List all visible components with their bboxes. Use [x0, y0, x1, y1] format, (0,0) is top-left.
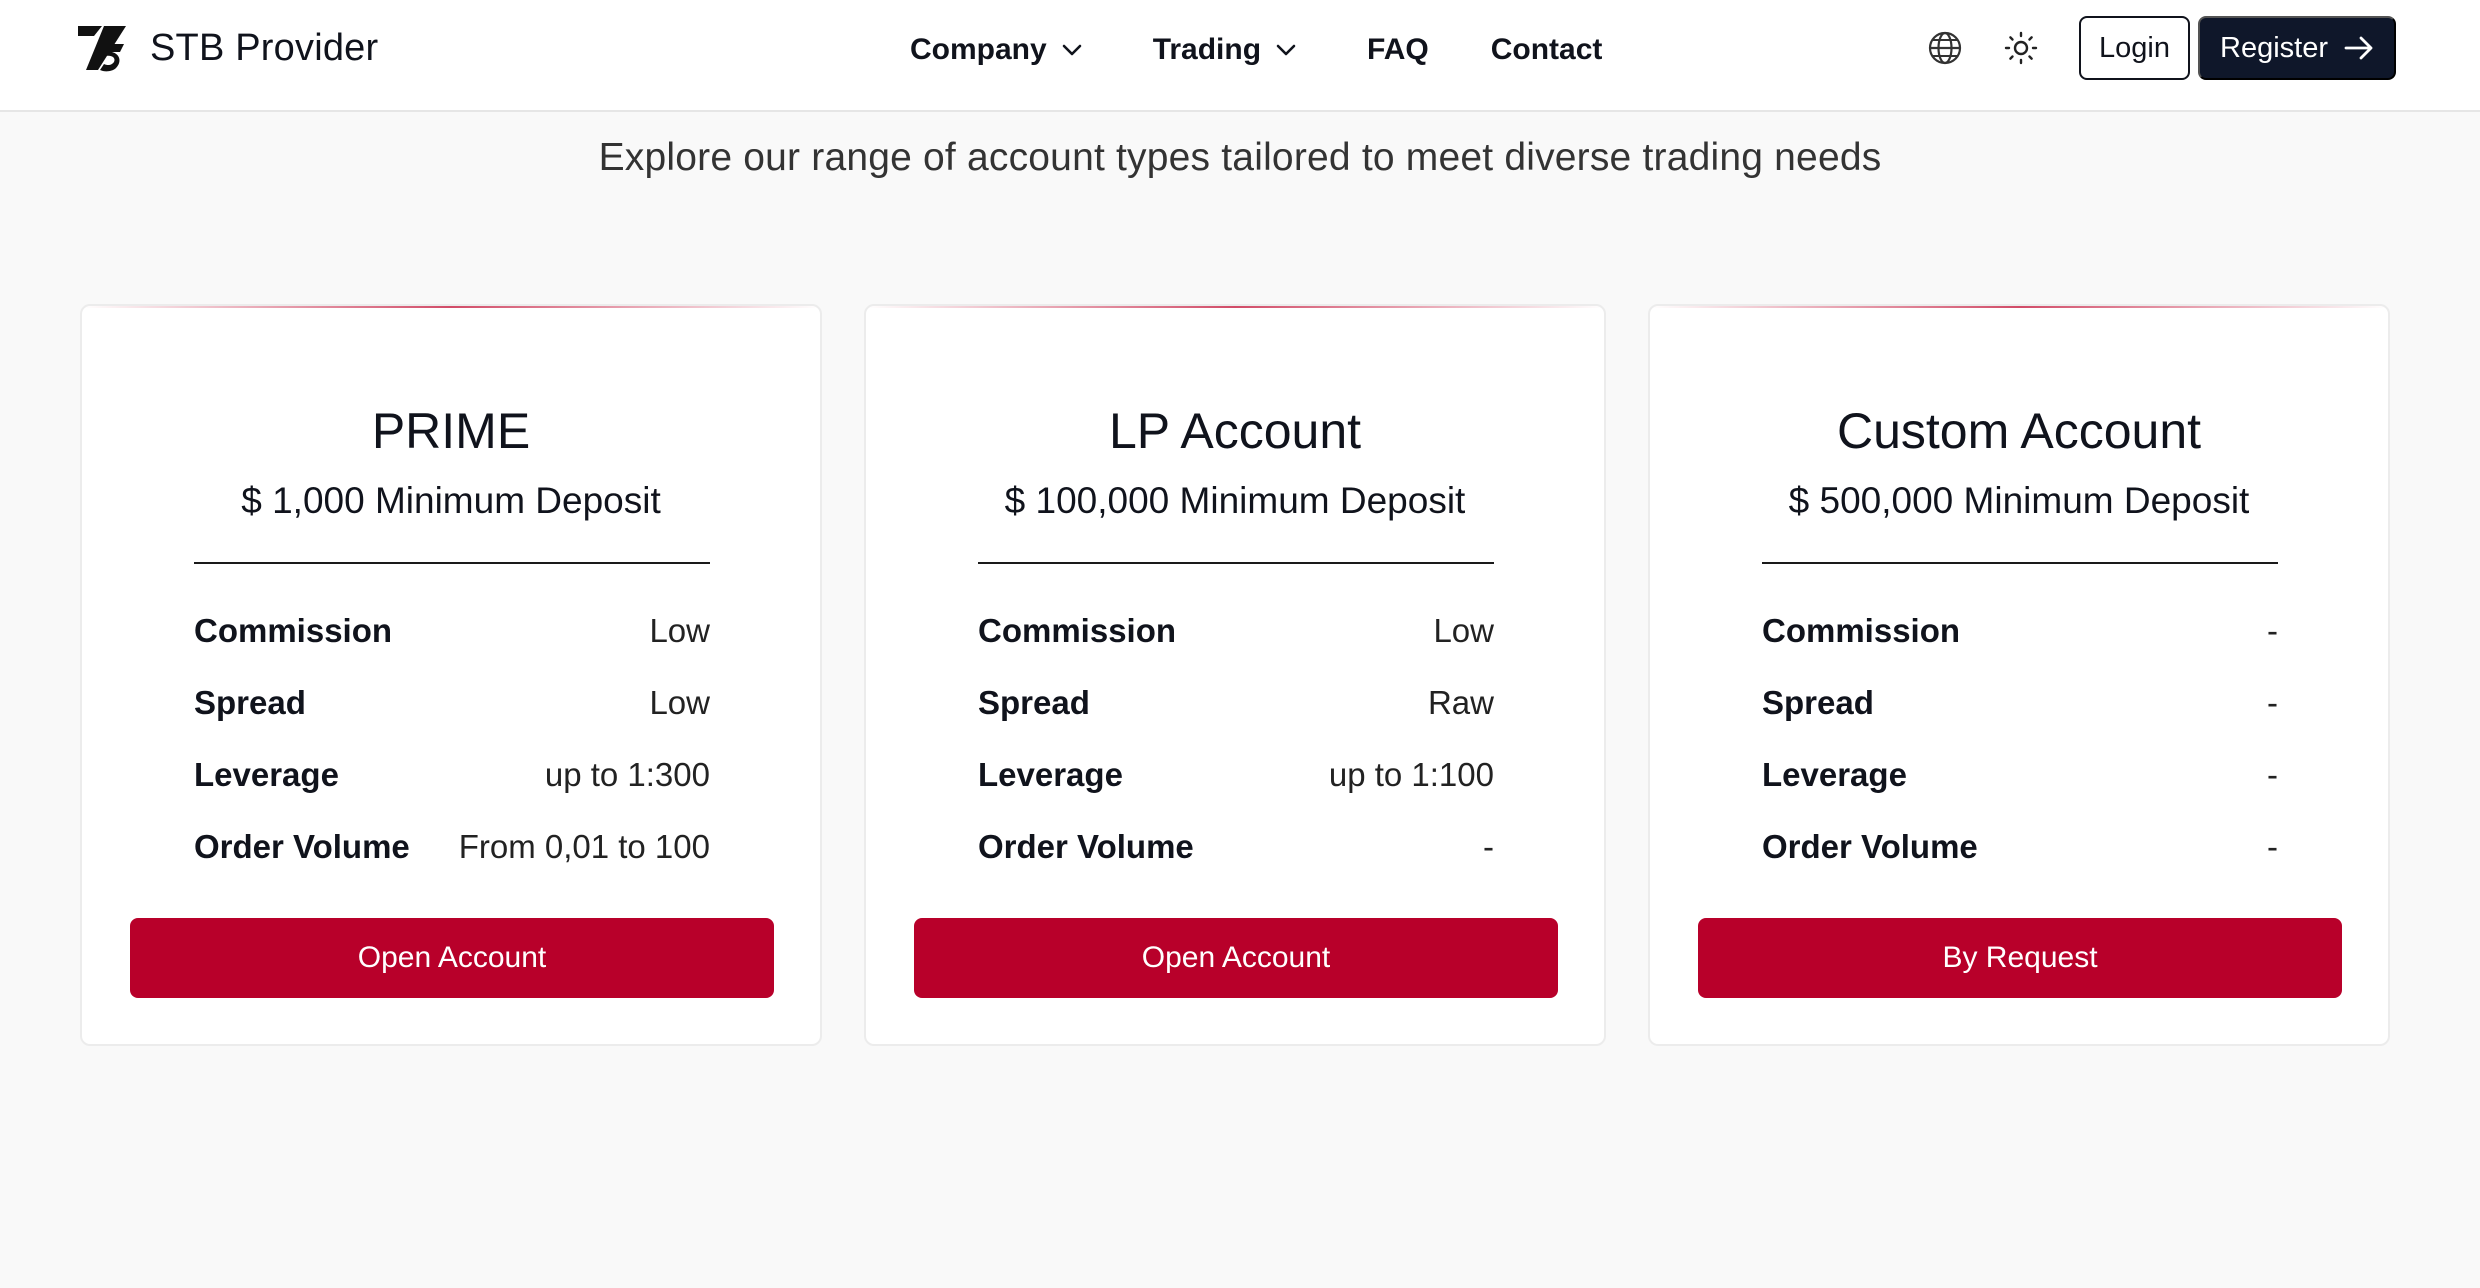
spec-row-leverage: Leverage - [1762, 756, 2278, 828]
open-account-button[interactable]: Open Account [130, 918, 774, 998]
spec-value: - [1483, 828, 1494, 865]
spec-label: Leverage [978, 756, 1123, 793]
spec-label: Leverage [1762, 756, 1907, 793]
card-accent-line [82, 306, 820, 308]
spec-row-commission: Commission - [1762, 612, 2278, 684]
spec-label: Spread [194, 684, 306, 721]
account-cards: PRIME $ 1,000 Minimum Deposit Commission… [80, 304, 2390, 1046]
nav-item-company[interactable]: Company [910, 33, 1083, 67]
spec-row-leverage: Leverage up to 1:300 [194, 756, 710, 828]
spec-value: Raw [1427, 684, 1494, 721]
spec-row-spread: Spread Low [194, 684, 710, 756]
card-title: LP Account [1108, 403, 1362, 459]
chevron-down-icon [1062, 44, 1081, 56]
by-request-button[interactable]: By Request [1698, 918, 2342, 998]
nav-item-label: FAQ [1367, 33, 1429, 66]
card-divider [194, 562, 710, 564]
nav-item-label: Company [910, 33, 1047, 66]
theme-toggle-button[interactable] [1993, 20, 2049, 76]
register-button-label: Register [2220, 31, 2328, 64]
spec-row-commission: Commission Low [978, 612, 1494, 684]
spec-value: Low [1433, 612, 1494, 649]
account-card-prime: PRIME $ 1,000 Minimum Deposit Commission… [80, 304, 822, 1046]
card-minimum-deposit: $ 500,000 Minimum Deposit [1788, 480, 2250, 521]
spec-label: Order Volume [194, 828, 410, 865]
spec-list: Commission - Spread - Leverage - Order V… [1762, 612, 2278, 900]
card-divider [978, 562, 1494, 564]
header-actions: Login Register [1917, 16, 2396, 80]
arrow-right-icon [2344, 36, 2373, 60]
spec-row-order-volume: Order Volume From 0,01 to 100 [194, 828, 710, 900]
card-minimum-deposit: $ 1,000 Minimum Deposit [241, 480, 661, 521]
spec-label: Order Volume [1762, 828, 1978, 865]
site-header: STB Provider Company Trading FAQ Contact [0, 0, 2480, 112]
brand-logo-icon [76, 22, 128, 74]
nav-item-label: Contact [1490, 33, 1603, 66]
register-button[interactable]: Register [2198, 16, 2396, 80]
spec-row-leverage: Leverage up to 1:100 [978, 756, 1494, 828]
spec-value: - [2267, 684, 2278, 721]
spec-value: - [2267, 756, 2278, 793]
spec-label: Commission [978, 612, 1177, 649]
nav-item-contact[interactable]: Contact [1491, 33, 1603, 67]
spec-value: - [2267, 828, 2278, 865]
spec-value: - [2267, 612, 2278, 649]
spec-label: Commission [194, 612, 393, 649]
spec-row-order-volume: Order Volume - [978, 828, 1494, 900]
login-button[interactable]: Login [2079, 16, 2190, 80]
spec-value: up to 1:300 [544, 756, 710, 793]
nav-item-label: Trading [1152, 33, 1262, 66]
sun-icon [2004, 31, 2038, 65]
spec-list: Commission Low Spread Low Leverage up to… [194, 612, 710, 900]
spec-label: Order Volume [978, 828, 1194, 865]
spec-list: Commission Low Spread Raw Leverage up to… [978, 612, 1494, 900]
card-accent-line [1650, 306, 2388, 308]
card-divider [1762, 562, 2278, 564]
brand[interactable]: STB Provider [76, 20, 378, 76]
spec-value: Low [649, 684, 710, 721]
spec-value: Low [649, 612, 710, 649]
section-intro: Explore our range of account types tailo… [598, 136, 1882, 179]
spec-row-spread: Spread Raw [978, 684, 1494, 756]
spec-label: Spread [978, 684, 1090, 721]
account-card-custom: Custom Account $ 500,000 Minimum Deposit… [1648, 304, 2390, 1046]
card-accent-line [866, 306, 1604, 308]
language-button[interactable] [1917, 20, 1973, 76]
brand-name: STB Provider [150, 26, 379, 69]
spec-row-spread: Spread - [1762, 684, 2278, 756]
spec-row-order-volume: Order Volume - [1762, 828, 2278, 900]
account-card-lp: LP Account $ 100,000 Minimum Deposit Com… [864, 304, 1606, 1046]
nav-item-faq[interactable]: FAQ [1367, 33, 1429, 67]
card-title: PRIME [371, 403, 531, 459]
spec-label: Spread [1762, 684, 1874, 721]
main-nav: Company Trading FAQ Contact [910, 26, 1602, 74]
nav-item-trading[interactable]: Trading [1153, 33, 1297, 67]
spec-value: up to 1:100 [1328, 756, 1494, 793]
spec-value: From 0,01 to 100 [458, 828, 710, 865]
open-account-button[interactable]: Open Account [914, 918, 1558, 998]
spec-row-commission: Commission Low [194, 612, 710, 684]
spec-label: Commission [1762, 612, 1961, 649]
card-title: Custom Account [1836, 403, 2202, 459]
spec-label: Leverage [194, 756, 339, 793]
chevron-down-icon [1276, 44, 1296, 56]
globe-icon [1928, 31, 1962, 65]
card-minimum-deposit: $ 100,000 Minimum Deposit [1004, 480, 1466, 521]
